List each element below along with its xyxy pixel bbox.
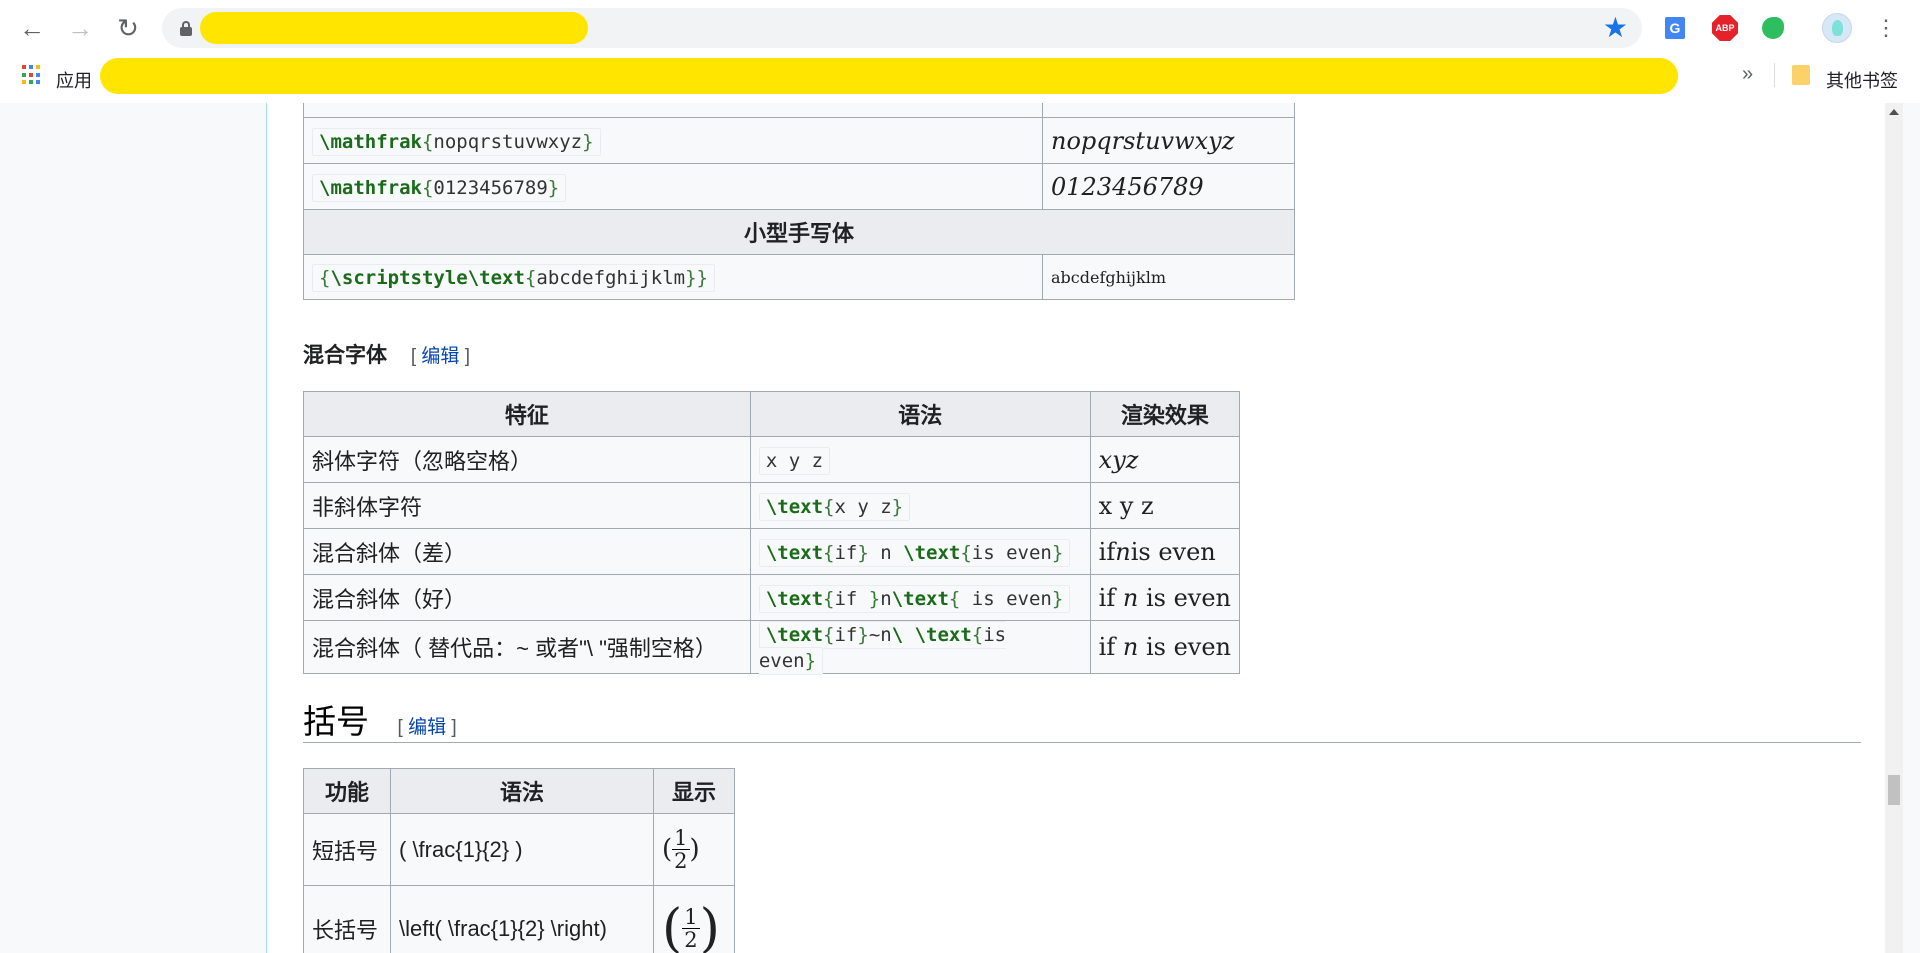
arrow-right-icon: → — [67, 12, 93, 43]
evernote-extension[interactable] — [1758, 13, 1788, 43]
column-header: 特征 — [303, 391, 751, 437]
table-row — [303, 103, 1295, 118]
feature-cell: 混合斜体（差） — [303, 528, 751, 575]
browser-toolbar: ← → ↻ ★ G ABP ⋮ — [0, 0, 1920, 55]
render-cell: if n is even — [1089, 574, 1241, 621]
other-bookmarks-label: 其他书签 — [1826, 71, 1898, 91]
render-cell: 0123456789 — [1042, 163, 1295, 210]
folder-icon — [1792, 65, 1810, 85]
feature-cell: 混合斜体（ 替代品：~ 或者"\ "强制空格） — [303, 620, 751, 674]
syntax-code: \mathfrak{0123456789} — [312, 173, 567, 202]
syntax-code: \text{x y z} — [758, 492, 911, 521]
profile-avatar[interactable] — [1822, 13, 1852, 43]
page-viewport: \mathfrak{nopqrstuvwxyz} nopqrstuvwxyz \… — [0, 103, 1920, 953]
feature-cell: 斜体字符（忽略空格） — [303, 436, 751, 483]
render-cell: nopqrstuvwxyz — [1042, 117, 1295, 164]
back-button[interactable]: ← — [12, 12, 52, 44]
edit-section: [ 编辑 ] — [397, 717, 457, 738]
edit-link[interactable]: 编辑 — [408, 717, 446, 738]
bookmarks-redacted — [100, 58, 1678, 94]
adblock-plus-extension[interactable]: ABP — [1710, 13, 1740, 43]
reload-button[interactable]: ↻ — [108, 12, 148, 44]
column-header: 语法 — [390, 768, 654, 814]
arrow-left-icon: ← — [19, 12, 45, 43]
column-header: 渲染效果 — [1089, 391, 1241, 437]
heading-text: 混合字体 — [303, 344, 387, 367]
table-row: 斜体字符（忽略空格） x y z xyz — [303, 436, 1241, 483]
address-bar[interactable]: ★ — [162, 8, 1642, 48]
table-row: 短括号 ( \frac{1}{2} ) (1 2) — [303, 813, 735, 886]
render-cell: ifnis even — [1089, 528, 1241, 575]
font-table: \mathfrak{nopqrstuvwxyz} nopqrstuvwxyz \… — [303, 103, 1295, 300]
evernote-icon — [1762, 17, 1784, 39]
edit-link[interactable]: 编辑 — [421, 346, 459, 367]
heading-text: 括号 — [303, 702, 369, 741]
render-cell: (1 2) — [653, 885, 735, 953]
page-scrollbar[interactable] — [1885, 103, 1903, 953]
table-header-row: 功能 语法 显示 — [303, 768, 735, 814]
edit-section: [ 编辑 ] — [410, 346, 470, 367]
apps-grid-icon — [22, 65, 42, 85]
reload-icon: ↻ — [117, 12, 139, 43]
scrollbar-thumb[interactable] — [1888, 775, 1900, 805]
syntax-cell: \left( \frac{1}{2} \right) — [390, 885, 654, 953]
scroll-up-arrow-icon[interactable] — [1889, 109, 1899, 115]
browser-menu-button[interactable]: ⋮ — [1875, 12, 1897, 44]
function-cell: 短括号 — [303, 813, 391, 886]
heading-divider — [303, 742, 1861, 743]
syntax-code: {\scriptstyle\text{abcdefghijklm}} — [312, 264, 715, 292]
table-row: \mathfrak{0123456789} 0123456789 — [303, 163, 1295, 210]
table-row: 长括号 \left( \frac{1}{2} \right) (1 2) — [303, 885, 735, 953]
function-cell: 长括号 — [303, 885, 391, 953]
more-vert-icon: ⋮ — [1875, 15, 1897, 40]
column-header: 显示 — [653, 768, 735, 814]
url-redacted — [200, 12, 588, 44]
render-cell: if n is even — [1089, 620, 1241, 674]
table-row: 非斜体字符 \text{x y z} x y z — [303, 482, 1241, 529]
column-header: 功能 — [303, 768, 391, 814]
article-content: \mathfrak{nopqrstuvwxyz} nopqrstuvwxyz \… — [266, 103, 1903, 953]
bookmarks-bar: 应用 » 其他书签 — [0, 55, 1920, 103]
render-cell: (1 2) — [653, 813, 735, 886]
bookmark-star-icon[interactable]: ★ — [1603, 12, 1628, 44]
syntax-code: \mathfrak{nopqrstuvwxyz} — [312, 127, 601, 156]
table-section-header-row: 小型手写体 — [303, 209, 1295, 255]
section-header: 小型手写体 — [303, 209, 1295, 255]
table-row: \mathfrak{nopqrstuvwxyz} nopqrstuvwxyz — [303, 117, 1295, 164]
column-header: 语法 — [749, 391, 1091, 437]
translate-icon: G — [1665, 17, 1685, 39]
fraction: 12 — [672, 826, 690, 873]
syntax-code: \text{if }n\text{ is even} — [758, 584, 1071, 613]
abp-icon: ABP — [1712, 15, 1738, 41]
table-row: 混合斜体（差） \text{if} n \text{is even} ifnis… — [303, 528, 1241, 575]
feature-cell: 混合斜体（好） — [303, 574, 751, 621]
render-cell: abcdefghijklm — [1042, 254, 1295, 300]
section-heading-brackets: 括号 [ 编辑 ] — [303, 695, 457, 743]
table-row: {\scriptstyle\text{abcdefghijklm}} abcde… — [303, 254, 1295, 300]
table-header-row: 特征 语法 渲染效果 — [303, 391, 1241, 437]
syntax-code: x y z — [758, 446, 831, 475]
render-cell: x y z — [1089, 482, 1241, 529]
render-cell: xyz — [1089, 436, 1241, 483]
table-row: 混合斜体（好） \text{if }n\text{ is even} if n … — [303, 574, 1241, 621]
syntax-cell: ( \frac{1}{2} ) — [390, 813, 654, 886]
more-bookmarks-chevron[interactable]: » — [1742, 63, 1753, 86]
forward-button[interactable]: → — [60, 12, 100, 44]
google-translate-extension[interactable]: G — [1660, 13, 1690, 43]
brackets-table: 功能 语法 显示 短括号 ( \frac{1}{2} ) (1 2) 长括号 \l… — [303, 768, 735, 953]
feature-cell: 非斜体字符 — [303, 482, 751, 529]
section-heading-mixed-fonts: 混合字体 [ 编辑 ] — [303, 339, 470, 369]
fraction: 12 — [682, 905, 700, 952]
bookmarks-separator — [1774, 63, 1775, 87]
table-row: 混合斜体（ 替代品：~ 或者"\ "强制空格） \text{if}~n\ \te… — [303, 620, 1241, 675]
lock-icon — [180, 21, 192, 36]
syntax-code: \text{if}~n\ \text{is even} — [758, 621, 1007, 675]
syntax-code: \text{if} n \text{is even} — [758, 538, 1071, 567]
apps-label: 应用 — [56, 71, 92, 91]
mixed-fonts-table: 特征 语法 渲染效果 斜体字符（忽略空格） x y z xyz 非斜体字符 \t… — [303, 391, 1241, 675]
